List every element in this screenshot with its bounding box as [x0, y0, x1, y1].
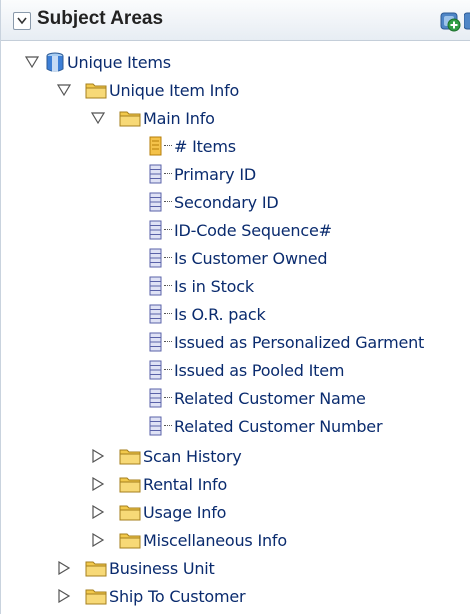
tree-column-is-in-stock[interactable]: Is in Stock: [1, 272, 470, 300]
tree-node-partial[interactable]: [1, 608, 470, 614]
tree-column-issued-as-pooled-item[interactable]: Issued as Pooled Item: [1, 356, 470, 384]
tree-node-label: Unique Items: [67, 53, 171, 72]
measure-column-icon: [149, 136, 163, 160]
folder-icon: [119, 108, 141, 132]
folder-icon: [85, 80, 107, 104]
tree-column-label: ID-Code Sequence#: [174, 221, 332, 240]
tree-node-main-info[interactable]: Main Info: [1, 104, 470, 132]
panel-header: Subject Areas: [1, 0, 470, 41]
tree-column-label: Primary ID: [174, 165, 256, 184]
tree-column-label: Related Customer Number: [174, 417, 383, 436]
folder-icon: [85, 558, 107, 582]
tree-column-secondary-id[interactable]: Secondary ID: [1, 188, 470, 216]
expanded-triangle-icon[interactable]: [91, 111, 105, 125]
tree-node-label: Main Info: [143, 109, 215, 128]
tree-node-unique-item-info[interactable]: Unique Item Info: [1, 76, 470, 104]
collapsed-triangle-icon[interactable]: [91, 505, 105, 519]
subject-areas-panel: Subject Areas Unique Items Unique Item I…: [0, 0, 470, 614]
tree-column-label: Related Customer Name: [174, 389, 366, 408]
tree-node-label: Usage Info: [143, 503, 227, 522]
column-icon: [149, 248, 163, 272]
tree-column-primary-id[interactable]: Primary ID: [1, 160, 470, 188]
tree-column-related-customer-number[interactable]: Related Customer Number: [1, 412, 470, 440]
tree-column-label: Issued as Personalized Garment: [174, 333, 425, 352]
collapsed-triangle-icon[interactable]: [91, 449, 105, 463]
tree-column-is-or-pack[interactable]: Is O.R. pack: [1, 300, 470, 328]
folder-icon: [119, 502, 141, 526]
column-icon: [149, 304, 163, 328]
tree-column-issued-as-personalized-garment[interactable]: Issued as Personalized Garment: [1, 328, 470, 356]
folder-icon: [119, 474, 141, 498]
column-icon: [149, 332, 163, 356]
tree-node-scan-history[interactable]: Scan History: [1, 442, 470, 470]
tree-node-miscellaneous-info[interactable]: Miscellaneous Info: [1, 526, 470, 554]
collapsed-triangle-icon[interactable]: [57, 589, 71, 603]
tree-node-ship-to-customer[interactable]: Ship To Customer: [1, 582, 470, 610]
tree-column-related-customer-name[interactable]: Related Customer Name: [1, 384, 470, 412]
cube-icon: [45, 52, 65, 78]
tree-node-rental-info[interactable]: Rental Info: [1, 470, 470, 498]
tree-node-label: Ship To Customer: [109, 587, 246, 606]
create-object-icon[interactable]: [438, 9, 462, 37]
column-icon: [149, 192, 163, 216]
folder-icon: [119, 530, 141, 554]
tree-column-id-code-sequence[interactable]: ID-Code Sequence#: [1, 216, 470, 244]
collapsed-triangle-icon[interactable]: [91, 533, 105, 547]
tree-node-label: Scan History: [143, 447, 242, 466]
expanded-triangle-icon[interactable]: [57, 83, 71, 97]
tree-column-label: Issued as Pooled Item: [174, 361, 345, 380]
refresh-icon[interactable]: [463, 9, 470, 37]
expanded-triangle-icon[interactable]: [25, 55, 39, 69]
tree-column-label: Secondary ID: [174, 193, 279, 212]
collapse-panel-button[interactable]: [13, 12, 31, 30]
folder-icon: [119, 446, 141, 470]
panel-title: Subject Areas: [37, 8, 164, 29]
folder-icon: [85, 608, 107, 614]
tree-column-label: # Items: [174, 137, 236, 156]
tree-node-unique-items[interactable]: Unique Items: [1, 48, 470, 76]
collapsed-triangle-icon[interactable]: [91, 477, 105, 491]
collapsed-triangle-icon[interactable]: [57, 561, 71, 575]
tree-node-label: Unique Item Info: [109, 81, 240, 100]
tree-node-label: Business Unit: [109, 559, 215, 578]
tree-node-label: Rental Info: [143, 475, 228, 494]
column-icon: [149, 276, 163, 300]
tree-column-label: Is in Stock: [174, 277, 254, 296]
tree-column-label: Is Customer Owned: [174, 249, 328, 268]
tree-node-business-unit[interactable]: Business Unit: [1, 554, 470, 582]
folder-icon: [85, 586, 107, 610]
column-icon: [149, 220, 163, 244]
chevron-down-icon: [17, 17, 27, 25]
tree-column-label: Is O.R. pack: [174, 305, 266, 324]
column-icon: [149, 164, 163, 188]
tree-column-items[interactable]: # Items: [1, 132, 470, 160]
tree-node-label: Miscellaneous Info: [143, 531, 287, 550]
column-icon: [149, 360, 163, 384]
column-icon: [149, 388, 163, 412]
tree-column-is-customer-owned[interactable]: Is Customer Owned: [1, 244, 470, 272]
tree-node-usage-info[interactable]: Usage Info: [1, 498, 470, 526]
column-icon: [149, 416, 163, 440]
